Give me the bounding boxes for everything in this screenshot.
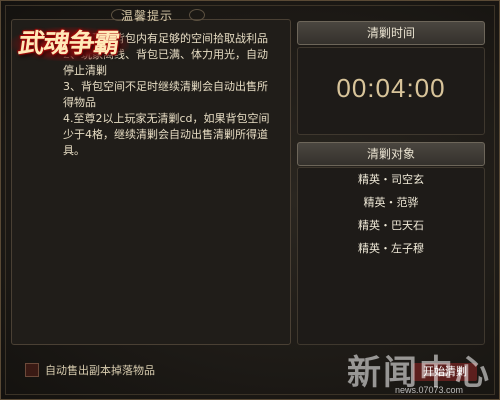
targets-list: 精英・司空玄 精英・范骅 精英・巴天石 精英・左子穆	[297, 168, 485, 260]
target-name: 精英・范骅	[363, 196, 419, 209]
watermark-url: news.07073.com	[395, 385, 464, 395]
target-name: 精英・巴天石	[358, 219, 424, 232]
target-item: 精英・巴天石	[297, 214, 485, 237]
tips-panel-title: 温馨提示	[121, 9, 174, 23]
game-logo: 武魂争霸	[11, 19, 131, 65]
auto-sell-label[interactable]: 自动售出副本掉落物品	[45, 362, 155, 378]
target-item: 精英・左子穆	[297, 237, 485, 260]
targets-panel-title: 清剿对象	[297, 142, 485, 166]
target-item: 精英・司空玄	[297, 168, 485, 191]
tip-4: 4.至尊2以上玩家无清剿cd，如果背包空间少于4格，继续清剿会自动出售清剿所得道…	[63, 112, 270, 157]
timer-panel-title: 清剿时间	[297, 21, 485, 45]
sweep-dialog: 温馨提示 1、请确保背包内有足够的空间拾取战利品 2、玩家离线、背包已满、体力用…	[0, 0, 500, 400]
target-name: 精英・左子穆	[358, 242, 424, 255]
auto-sell-checkbox[interactable]	[25, 363, 39, 377]
site-watermark: 新闻中心 news.07073.com	[347, 345, 497, 397]
tip-3: 3、背包空间不足时继续清剿会自动出售所得物品	[63, 80, 268, 109]
logo-text: 武魂争霸	[16, 29, 121, 59]
target-name: 精英・司空玄	[358, 173, 424, 186]
sweep-timer: 00:04:00	[336, 73, 446, 103]
target-item: 精英・范骅	[297, 191, 485, 214]
